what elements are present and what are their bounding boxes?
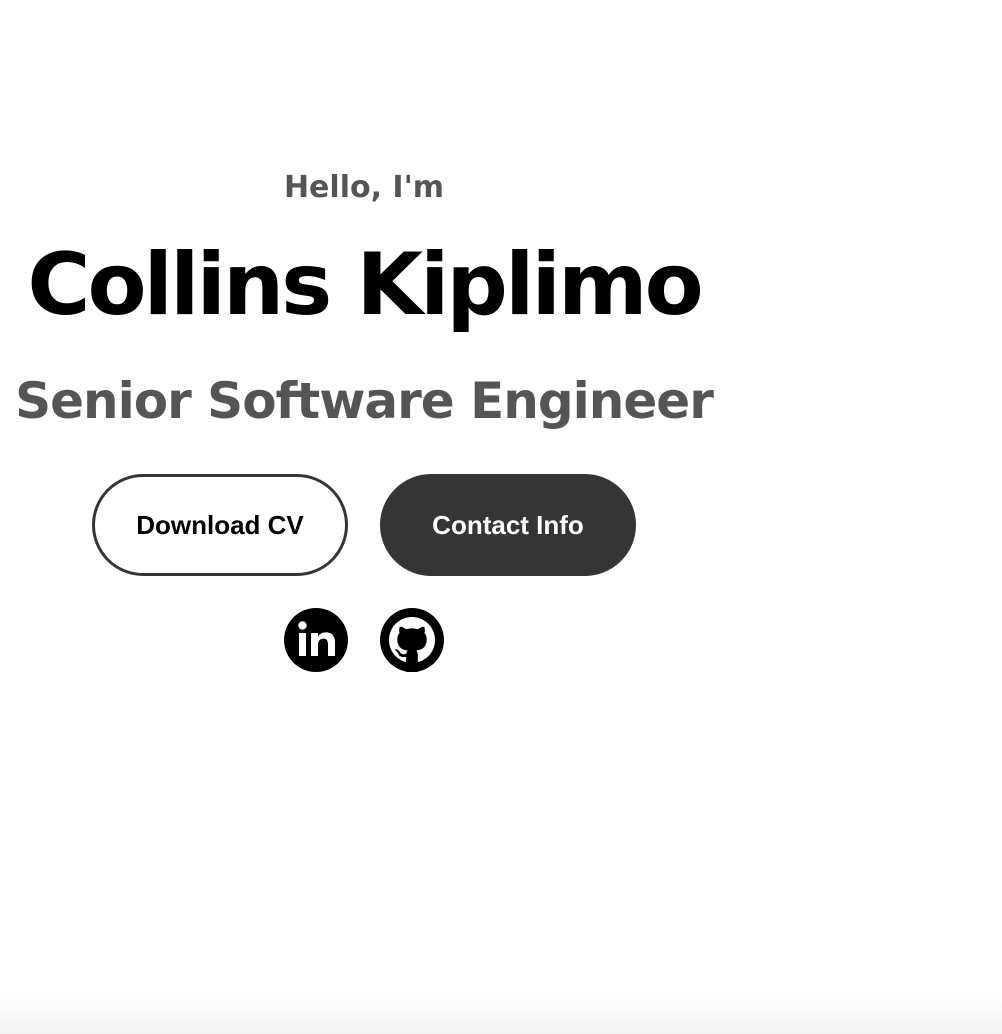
profile-name: Collins Kiplimo — [27, 235, 703, 335]
profile-hero: Hello, I'm Collins Kiplimo Senior Softwa… — [0, 0, 728, 1034]
download-cv-button[interactable]: Download CV — [92, 474, 348, 576]
job-title: Senior Software Engineer — [15, 372, 714, 430]
greeting-text: Hello, I'm — [283, 170, 445, 205]
linkedin-icon — [284, 608, 348, 672]
contact-info-button[interactable]: Contact Info — [380, 474, 636, 576]
github-link[interactable] — [380, 608, 444, 672]
linkedin-link[interactable] — [284, 608, 348, 672]
github-icon — [380, 608, 444, 672]
page-bottom-shadow — [0, 994, 1002, 1034]
